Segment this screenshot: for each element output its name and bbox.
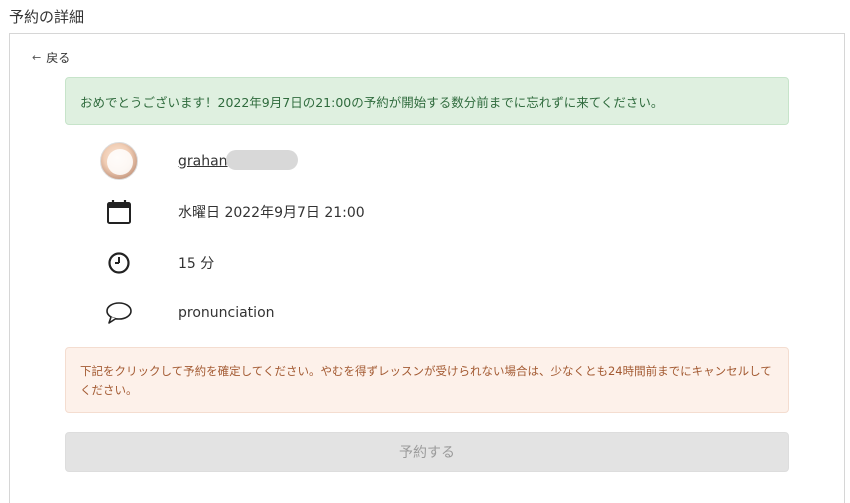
teacher-name-link[interactable]: grahan [178,153,228,169]
warning-alert: 下記をクリックして予約を確定してください。やむを得ずレッスンが受けられない場合は… [65,347,789,413]
avatar[interactable] [100,142,138,180]
avatar-box [100,142,138,180]
duration-text: 15 分 [178,256,215,272]
success-alert-text: おめでとうございます！2022年9月7日の21:00の予約が開始する数分前までに… [80,94,664,110]
page-title: 予約の詳細 [9,8,85,26]
datetime-row: 水曜日 2022年9月7日 21:00 [100,193,365,231]
back-link[interactable]: ← 戻る [32,49,70,66]
topic-row: pronunciation [100,294,275,332]
calendar-icon [100,193,138,231]
clock-icon [100,244,138,282]
teacher-row: grahan [100,142,298,180]
topic-text: pronunciation [178,305,275,321]
confirm-button-label: 予約する [399,445,455,461]
warning-alert-text: 下記をクリックして予約を確定してください。やむを得ずレッスンが受けられない場合は… [80,364,772,397]
reservation-card: ← 戻る おめでとうございます！2022年9月7日の21:00の予約が開始する数… [9,33,845,503]
speech-bubble-icon [100,294,138,332]
back-link-label: 戻る [46,51,71,65]
arrow-left-icon: ← [32,51,42,64]
redacted-blur [225,149,298,170]
datetime-text: 水曜日 2022年9月7日 21:00 [178,205,365,221]
confirm-reservation-button[interactable]: 予約する [65,432,789,472]
duration-row: 15 分 [100,244,214,282]
teacher-name-wrap: grahan [178,149,298,170]
success-alert: おめでとうございます！2022年9月7日の21:00の予約が開始する数分前までに… [65,77,789,125]
